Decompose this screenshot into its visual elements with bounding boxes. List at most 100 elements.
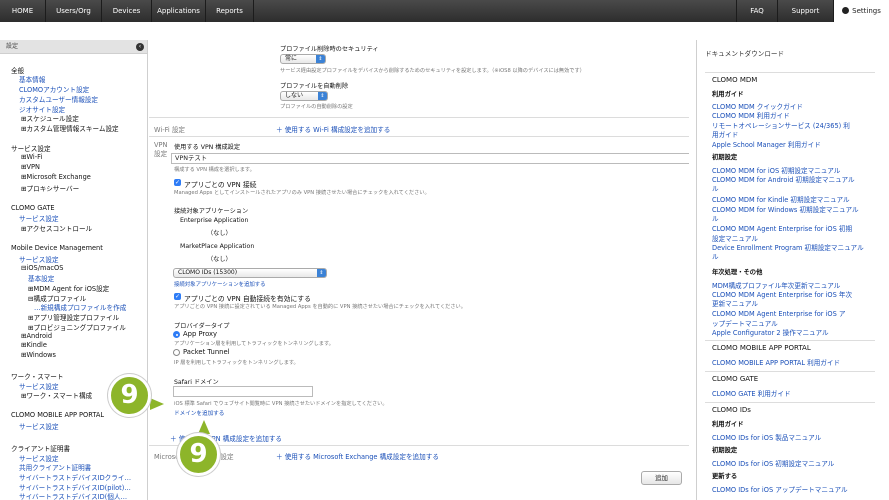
nav-home[interactable]: HOME bbox=[0, 0, 46, 22]
sidebar-link-gate-service[interactable]: サービス設定 bbox=[19, 213, 59, 223]
sidebar-item-custom-schema[interactable]: ⊞カスタム管理情報スキーム設定 bbox=[21, 123, 119, 133]
autodelete-help: プロファイルの自動削除の設定 bbox=[280, 104, 353, 110]
doc-link-ids-init[interactable]: CLOMO IDs for iOS 初期設定マニュアル bbox=[712, 458, 834, 468]
collapse-icon[interactable]: ‹ bbox=[136, 43, 144, 51]
vpn-config-field[interactable]: VPNテスト bbox=[171, 153, 689, 164]
sidebar-link-new-profile[interactable]: …新規構成プロファイルを作成 bbox=[34, 302, 126, 312]
sidebar-item-proxy[interactable]: ⊞プロキシサーバー bbox=[21, 183, 79, 193]
add-domain-link[interactable]: ドメインを追加する bbox=[174, 409, 224, 417]
divider bbox=[705, 340, 875, 341]
marketplace-app-label: MarketPlace Application bbox=[180, 243, 255, 250]
sidebar-item-provisioning[interactable]: ⊞プロビジョニングプロファイル bbox=[28, 322, 126, 332]
nav-faq[interactable]: FAQ bbox=[736, 0, 778, 22]
sidebar-item-proxy-label: プロキシサーバー bbox=[26, 185, 80, 193]
divider bbox=[149, 445, 689, 446]
sidebar-item-android-label: Android bbox=[26, 332, 53, 340]
sidebar-link-clomo-account[interactable]: CLOMOアカウント設定 bbox=[19, 84, 89, 94]
sidebar-link-shared-cert[interactable]: 共用クライアント証明書 bbox=[19, 462, 91, 472]
doc-link-init-kindle[interactable]: CLOMO MDM for Kindle 初期設定マニュアル bbox=[712, 194, 850, 204]
doc-link-ids-manual[interactable]: CLOMO IDs for iOS 製品マニュアル bbox=[712, 432, 821, 442]
doc-link-update-agent[interactable]: CLOMO MDM Agent Enterprise for iOS ア bbox=[712, 308, 845, 318]
sidebar-link-portal-service[interactable]: サービス設定 bbox=[19, 421, 59, 431]
nav-support[interactable]: Support bbox=[778, 0, 834, 22]
sidebar-item-ios-macos[interactable]: ⊟iOS/macOS bbox=[21, 264, 63, 272]
doc-link-mdm-guide[interactable]: CLOMO MDM 利用ガイド bbox=[712, 110, 790, 120]
packet-tunnel-radio[interactable] bbox=[173, 349, 180, 356]
target-apps-label: 接続対象アプリケーション bbox=[174, 208, 249, 215]
add-button[interactable]: 追加 bbox=[641, 471, 682, 485]
per-app-vpn-help: Managed Apps としてインストールされたアプリのみ VPN 接続させた… bbox=[174, 190, 430, 196]
doc-link-gate-guide[interactable]: CLOMO GATE 利用ガイド bbox=[712, 388, 791, 398]
divider bbox=[705, 402, 875, 403]
nav-settings[interactable]: Settings bbox=[834, 0, 889, 22]
doc-link-init-dep[interactable]: Device Enrollment Program 初期設定マニュアル bbox=[712, 242, 864, 252]
app-proxy-radio[interactable] bbox=[173, 331, 180, 338]
sidebar-link-mdm-service[interactable]: サービス設定 bbox=[19, 254, 59, 264]
doc-link-init-windows[interactable]: CLOMO MDM for Windows 初期設定マニュアル bbox=[712, 204, 859, 214]
sidebar-item-mdm-agent-label: MDM Agent for iOS設定 bbox=[33, 285, 110, 293]
target-app-select[interactable]: CLOMO IDs (15300) ⇕ bbox=[173, 268, 327, 278]
security-select[interactable]: 常に ⇕ bbox=[280, 54, 326, 64]
autodelete-select[interactable]: しない ⇕ bbox=[280, 91, 328, 101]
sidebar-link-cybertrust-3[interactable]: サイバートラストデバイスID(個人… bbox=[19, 491, 127, 500]
chevron-down-icon: ⇕ bbox=[317, 269, 326, 277]
add-exchange-link[interactable]: ＋ 使用する Microsoft Exchange 構成設定を追加する bbox=[276, 451, 439, 461]
vpn-group-label: VPN 設定 bbox=[154, 141, 168, 158]
sidebar-heading-worksmart: ワーク・スマート bbox=[11, 373, 64, 381]
add-target-app-link[interactable]: 接続対象アプリケーションを追加する bbox=[174, 280, 266, 288]
doc-link-init-agent[interactable]: CLOMO MDM Agent Enterprise for iOS 初期 bbox=[712, 223, 852, 233]
document-download-panel: ドキュメントダウンロード CLOMO MDM 利用ガイド CLOMO MDM ク… bbox=[696, 40, 889, 500]
doc-link-remote-op-cont[interactable]: 用ガイド bbox=[712, 129, 738, 139]
sidebar-item-mdm-agent[interactable]: ⊞MDM Agent for iOS設定 bbox=[28, 283, 109, 293]
add-wifi-link[interactable]: ＋ 使用する Wi-Fi 構成設定を追加する bbox=[276, 124, 390, 134]
sidebar-item-exchange[interactable]: ⊞Microsoft Exchange bbox=[21, 173, 91, 181]
main-content: プロファイル削除時のセキュリティ 常に ⇕ サービス経由設定プロファイルをデバイス… bbox=[149, 40, 689, 500]
doc-sub-yearly: 年次処理・その他 bbox=[712, 269, 763, 276]
doc-link-year-agent-cont[interactable]: 更新マニュアル bbox=[712, 298, 758, 308]
doc-link-asm[interactable]: Apple School Manager 利用ガイド bbox=[712, 139, 821, 149]
sidebar-item-schedule[interactable]: ⊞スケジュール設定 bbox=[21, 113, 79, 123]
sidebar-item-worksmart-config-label: ワーク・スマート構成 bbox=[26, 392, 93, 400]
doc-link-init-android-cont[interactable]: ル bbox=[712, 183, 719, 193]
sidebar-link-cybertrust-1[interactable]: サイバートラストデバイスIDクライ… bbox=[19, 472, 131, 482]
sidebar-link-basic-info[interactable]: 基本情報 bbox=[19, 74, 45, 84]
sidebar-item-access-control[interactable]: ⊞アクセスコントロール bbox=[21, 223, 92, 233]
top-nav-bar: HOME Users/Org Devices Applications Repo… bbox=[0, 0, 889, 22]
sidebar-item-windows[interactable]: ⊞Windows bbox=[21, 351, 56, 359]
sidebar-item-wifi[interactable]: ⊞Wi-Fi bbox=[21, 153, 42, 161]
nav-devices[interactable]: Devices bbox=[102, 0, 152, 22]
packet-tunnel-label: Packet Tunnel bbox=[183, 348, 230, 356]
doc-link-init-dep-cont[interactable]: ル bbox=[712, 251, 719, 261]
nav-users-org[interactable]: Users/Org bbox=[46, 0, 102, 22]
sidebar-item-access-control-label: アクセスコントロール bbox=[26, 225, 93, 233]
per-app-vpn-checkbox[interactable]: ✓ bbox=[174, 179, 181, 186]
doc-sub-guide: 利用ガイド bbox=[712, 91, 744, 98]
auto-connect-checkbox[interactable]: ✓ bbox=[174, 293, 181, 300]
divider bbox=[149, 136, 689, 137]
doc-link-configurator[interactable]: Apple Configurator 2 操作マニュアル bbox=[712, 327, 829, 337]
sidebar-item-vpn[interactable]: ⊞VPN bbox=[21, 163, 40, 171]
sidebar-item-worksmart-config[interactable]: ⊞ワーク・スマート構成 bbox=[21, 390, 92, 400]
sidebar-item-android[interactable]: ⊞Android bbox=[21, 332, 52, 340]
doc-link-ids-update[interactable]: CLOMO IDs for iOS アップデートマニュアル bbox=[712, 484, 848, 494]
sidebar-link-basic-settings[interactable]: 基本設定 bbox=[28, 273, 54, 283]
sidebar-link-custom-user-info[interactable]: カスタムユーザー情報設定 bbox=[19, 94, 98, 104]
doc-link-init-android[interactable]: CLOMO MDM for Android 初期設定マニュアル bbox=[712, 174, 855, 184]
chevron-down-icon: ⇕ bbox=[318, 92, 327, 100]
badge-pointer bbox=[198, 420, 210, 434]
nav-applications[interactable]: Applications bbox=[152, 0, 206, 22]
sidebar-item-kindle[interactable]: ⊞Kindle bbox=[21, 341, 47, 349]
vpn-config-help: 構成する VPN 構成を選択します。 bbox=[174, 167, 255, 173]
doc-link-init-windows-cont[interactable]: ル bbox=[712, 213, 719, 223]
settings-sidebar: 設定 ‹ 全般 基本情報 CLOMOアカウント設定 カスタムユーザー情報設定 ジ… bbox=[0, 40, 148, 500]
nav-reports[interactable]: Reports bbox=[206, 0, 254, 22]
app-proxy-label: App Proxy bbox=[183, 330, 218, 338]
safari-domain-input[interactable] bbox=[173, 386, 313, 397]
doc-link-portal-guide[interactable]: CLOMO MOBILE APP PORTAL 利用ガイド bbox=[712, 357, 840, 367]
divider bbox=[149, 117, 689, 118]
sidebar-item-windows-label: Windows bbox=[26, 351, 56, 359]
sidebar-item-app-profile[interactable]: ⊞アプリ管理設定プロファイル bbox=[28, 312, 119, 322]
safari-domain-label: Safari ドメイン bbox=[174, 379, 219, 386]
doc-heading-mdm: CLOMO MDM bbox=[712, 76, 758, 84]
vpn-config-label: 使用する VPN 構成設定 bbox=[174, 144, 241, 151]
